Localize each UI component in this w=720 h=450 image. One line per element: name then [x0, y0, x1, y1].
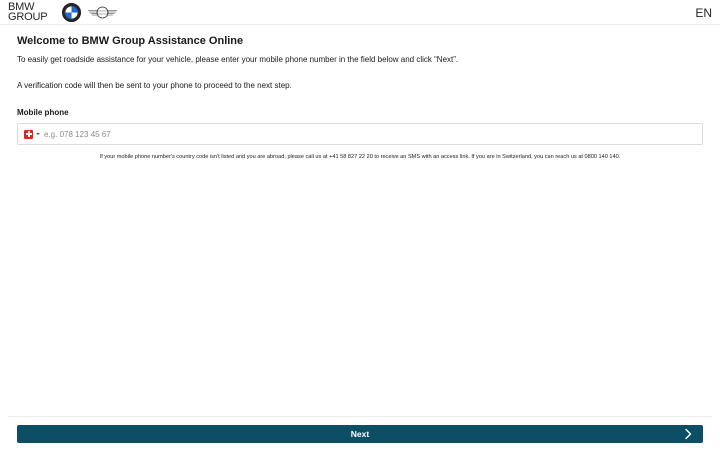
- abroad-help-note: If your mobile phone number's country co…: [99, 154, 621, 160]
- bmw-group-wordmark: BMW GROUP: [8, 2, 48, 23]
- main-content: Welcome to BMW Group Assistance Online T…: [17, 35, 703, 161]
- language-switcher[interactable]: EN: [695, 6, 712, 20]
- bmw-roundel-icon: [62, 3, 81, 22]
- brand-line-2: GROUP: [8, 10, 48, 23]
- mobile-phone-label: Mobile phone: [17, 108, 69, 117]
- footer-divider: [8, 416, 712, 417]
- header: BMW GROUP EN: [0, 0, 720, 25]
- caret-down-icon: [36, 133, 40, 135]
- next-button-label: Next: [350, 429, 370, 439]
- mobile-phone-input[interactable]: [44, 127, 684, 141]
- verification-text: A verification code will then be sent to…: [17, 81, 292, 90]
- intro-text: To easily get roadside assistance for yo…: [17, 55, 459, 64]
- next-button[interactable]: Next: [17, 425, 703, 443]
- chevron-right-icon: [685, 428, 692, 440]
- page-title: Welcome to BMW Group Assistance Online: [17, 35, 244, 47]
- mini-wings-icon: [88, 6, 117, 19]
- mobile-phone-field: [17, 123, 703, 145]
- page: BMW GROUP EN Welcome to BMW Group Assist…: [0, 0, 720, 450]
- country-code-select[interactable]: [24, 129, 40, 139]
- switzerland-flag-icon: [24, 129, 33, 139]
